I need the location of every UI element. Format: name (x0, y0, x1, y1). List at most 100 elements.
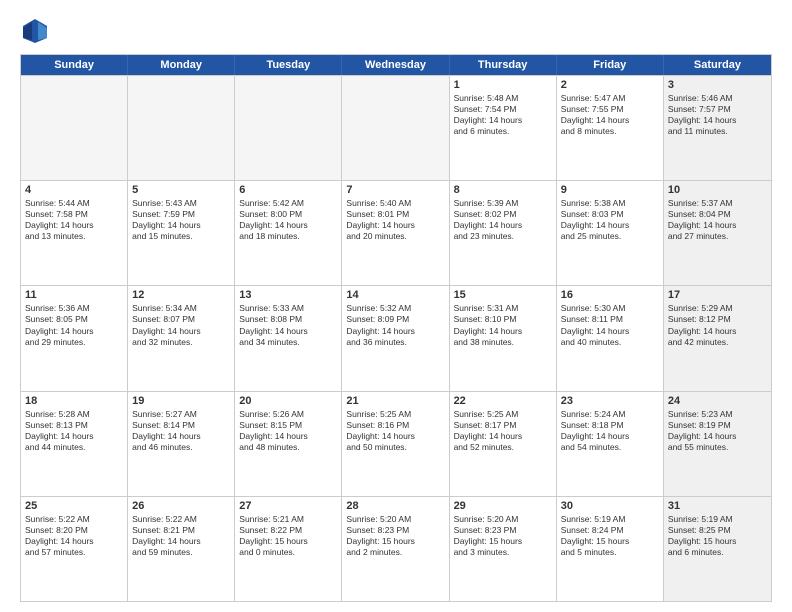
calendar-row: 25Sunrise: 5:22 AM Sunset: 8:20 PM Dayli… (21, 496, 771, 601)
day-number: 30 (561, 500, 659, 512)
day-number: 11 (25, 289, 123, 301)
weekday-header: Wednesday (342, 55, 449, 75)
day-number: 28 (346, 500, 444, 512)
day-number: 13 (239, 289, 337, 301)
day-info: Sunrise: 5:47 AM Sunset: 7:55 PM Dayligh… (561, 93, 659, 137)
day-info: Sunrise: 5:31 AM Sunset: 8:10 PM Dayligh… (454, 303, 552, 347)
day-info: Sunrise: 5:32 AM Sunset: 8:09 PM Dayligh… (346, 303, 444, 347)
day-info: Sunrise: 5:33 AM Sunset: 8:08 PM Dayligh… (239, 303, 337, 347)
day-info: Sunrise: 5:34 AM Sunset: 8:07 PM Dayligh… (132, 303, 230, 347)
calendar-body: 1 Sunrise: 5:48 AM Sunset: 7:54 PM Daylig… (21, 75, 771, 601)
day-info: Sunrise: 5:20 AM Sunset: 8:23 PM Dayligh… (454, 514, 552, 558)
day-info: Sunrise: 5:28 AM Sunset: 8:13 PM Dayligh… (25, 409, 123, 453)
day-number: 24 (668, 395, 767, 407)
day-number: 26 (132, 500, 230, 512)
logo (20, 16, 56, 46)
day-info: Sunrise: 5:42 AM Sunset: 8:00 PM Dayligh… (239, 198, 337, 242)
calendar-cell: 4 Sunrise: 5:44 AM Sunset: 7:58 PM Daylig… (21, 181, 128, 285)
day-info: Sunrise: 5:40 AM Sunset: 8:01 PM Dayligh… (346, 198, 444, 242)
calendar-cell: 28Sunrise: 5:20 AM Sunset: 8:23 PM Dayli… (342, 497, 449, 601)
calendar-cell: 29 Sunrise: 5:20 AM Sunset: 8:23 PM Dayli… (450, 497, 557, 601)
calendar-cell: 23Sunrise: 5:24 AM Sunset: 8:18 PM Dayli… (557, 392, 664, 496)
logo-icon (20, 16, 50, 46)
calendar-cell: 5Sunrise: 5:43 AM Sunset: 7:59 PM Daylig… (128, 181, 235, 285)
day-info: Sunrise: 5:19 AM Sunset: 8:24 PM Dayligh… (561, 514, 659, 558)
calendar-cell: 2 Sunrise: 5:47 AM Sunset: 7:55 PM Daylig… (557, 76, 664, 180)
calendar-cell: 15 Sunrise: 5:31 AM Sunset: 8:10 PM Dayli… (450, 286, 557, 390)
calendar-cell (235, 76, 342, 180)
day-number: 3 (668, 79, 767, 91)
weekday-header: Friday (557, 55, 664, 75)
day-info: Sunrise: 5:46 AM Sunset: 7:57 PM Dayligh… (668, 93, 767, 137)
calendar-cell: 27 Sunrise: 5:21 AM Sunset: 8:22 PM Dayli… (235, 497, 342, 601)
day-info: Sunrise: 5:30 AM Sunset: 8:11 PM Dayligh… (561, 303, 659, 347)
day-number: 18 (25, 395, 123, 407)
calendar-cell: 25Sunrise: 5:22 AM Sunset: 8:20 PM Dayli… (21, 497, 128, 601)
day-info: Sunrise: 5:39 AM Sunset: 8:02 PM Dayligh… (454, 198, 552, 242)
calendar-cell: 6 Sunrise: 5:42 AM Sunset: 8:00 PM Daylig… (235, 181, 342, 285)
weekday-header: Sunday (21, 55, 128, 75)
calendar-cell: 30 Sunrise: 5:19 AM Sunset: 8:24 PM Dayli… (557, 497, 664, 601)
day-info: Sunrise: 5:25 AM Sunset: 8:17 PM Dayligh… (454, 409, 552, 453)
calendar-cell: 22 Sunrise: 5:25 AM Sunset: 8:17 PM Dayli… (450, 392, 557, 496)
day-number: 27 (239, 500, 337, 512)
calendar-cell: 26 Sunrise: 5:22 AM Sunset: 8:21 PM Dayli… (128, 497, 235, 601)
day-number: 21 (346, 395, 444, 407)
day-number: 20 (239, 395, 337, 407)
calendar-cell: 14 Sunrise: 5:32 AM Sunset: 8:09 PM Dayli… (342, 286, 449, 390)
day-number: 15 (454, 289, 552, 301)
calendar-cell: 20 Sunrise: 5:26 AM Sunset: 8:15 PM Dayli… (235, 392, 342, 496)
calendar-cell: 24 Sunrise: 5:23 AM Sunset: 8:19 PM Dayli… (664, 392, 771, 496)
weekday-header: Saturday (664, 55, 771, 75)
calendar-cell: 21 Sunrise: 5:25 AM Sunset: 8:16 PM Dayli… (342, 392, 449, 496)
day-number: 31 (668, 500, 767, 512)
calendar-cell: 31Sunrise: 5:19 AM Sunset: 8:25 PM Dayli… (664, 497, 771, 601)
calendar-cell: 11 Sunrise: 5:36 AM Sunset: 8:05 PM Dayli… (21, 286, 128, 390)
day-number: 16 (561, 289, 659, 301)
day-number: 29 (454, 500, 552, 512)
day-number: 14 (346, 289, 444, 301)
day-info: Sunrise: 5:21 AM Sunset: 8:22 PM Dayligh… (239, 514, 337, 558)
calendar: SundayMondayTuesdayWednesdayThursdayFrid… (20, 54, 772, 602)
day-number: 10 (668, 184, 767, 196)
calendar-cell: 12 Sunrise: 5:34 AM Sunset: 8:07 PM Dayli… (128, 286, 235, 390)
calendar-cell: 9Sunrise: 5:38 AM Sunset: 8:03 PM Daylig… (557, 181, 664, 285)
day-number: 23 (561, 395, 659, 407)
calendar-cell: 8 Sunrise: 5:39 AM Sunset: 8:02 PM Daylig… (450, 181, 557, 285)
weekday-header: Thursday (450, 55, 557, 75)
header (20, 16, 772, 46)
calendar-cell: 19 Sunrise: 5:27 AM Sunset: 8:14 PM Dayli… (128, 392, 235, 496)
calendar-row: 11 Sunrise: 5:36 AM Sunset: 8:05 PM Dayli… (21, 285, 771, 390)
day-info: Sunrise: 5:44 AM Sunset: 7:58 PM Dayligh… (25, 198, 123, 242)
day-info: Sunrise: 5:23 AM Sunset: 8:19 PM Dayligh… (668, 409, 767, 453)
calendar-cell: 16 Sunrise: 5:30 AM Sunset: 8:11 PM Dayli… (557, 286, 664, 390)
calendar-row: 1 Sunrise: 5:48 AM Sunset: 7:54 PM Daylig… (21, 75, 771, 180)
day-info: Sunrise: 5:22 AM Sunset: 8:20 PM Dayligh… (25, 514, 123, 558)
day-number: 19 (132, 395, 230, 407)
day-info: Sunrise: 5:48 AM Sunset: 7:54 PM Dayligh… (454, 93, 552, 137)
calendar-cell: 3 Sunrise: 5:46 AM Sunset: 7:57 PM Daylig… (664, 76, 771, 180)
calendar-row: 18 Sunrise: 5:28 AM Sunset: 8:13 PM Dayli… (21, 391, 771, 496)
day-number: 12 (132, 289, 230, 301)
calendar-cell (128, 76, 235, 180)
day-number: 4 (25, 184, 123, 196)
day-info: Sunrise: 5:22 AM Sunset: 8:21 PM Dayligh… (132, 514, 230, 558)
day-number: 22 (454, 395, 552, 407)
day-number: 6 (239, 184, 337, 196)
calendar-row: 4 Sunrise: 5:44 AM Sunset: 7:58 PM Daylig… (21, 180, 771, 285)
day-number: 1 (454, 79, 552, 91)
day-info: Sunrise: 5:38 AM Sunset: 8:03 PM Dayligh… (561, 198, 659, 242)
day-info: Sunrise: 5:36 AM Sunset: 8:05 PM Dayligh… (25, 303, 123, 347)
day-info: Sunrise: 5:25 AM Sunset: 8:16 PM Dayligh… (346, 409, 444, 453)
day-number: 5 (132, 184, 230, 196)
page: SundayMondayTuesdayWednesdayThursdayFrid… (0, 0, 792, 612)
day-number: 8 (454, 184, 552, 196)
day-number: 2 (561, 79, 659, 91)
day-info: Sunrise: 5:27 AM Sunset: 8:14 PM Dayligh… (132, 409, 230, 453)
day-number: 7 (346, 184, 444, 196)
day-info: Sunrise: 5:26 AM Sunset: 8:15 PM Dayligh… (239, 409, 337, 453)
calendar-cell (21, 76, 128, 180)
weekday-header: Tuesday (235, 55, 342, 75)
calendar-cell: 17Sunrise: 5:29 AM Sunset: 8:12 PM Dayli… (664, 286, 771, 390)
calendar-cell: 1 Sunrise: 5:48 AM Sunset: 7:54 PM Daylig… (450, 76, 557, 180)
